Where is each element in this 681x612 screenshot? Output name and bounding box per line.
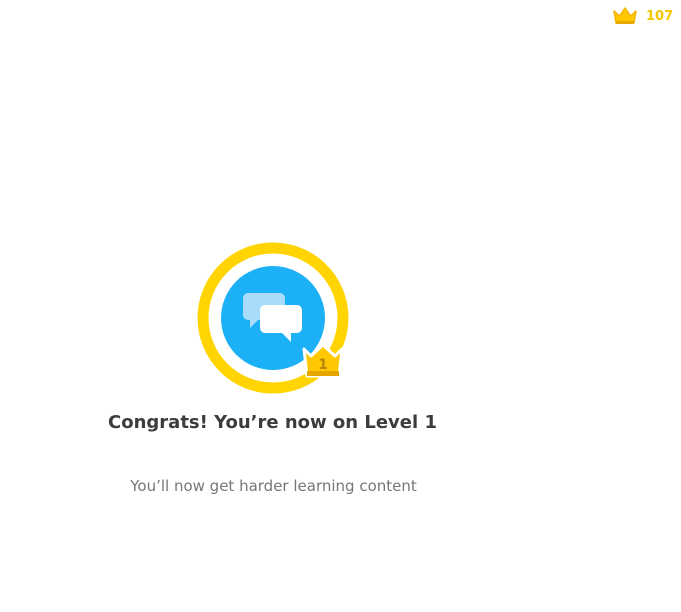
level-up-screen: 107 1 Congrats! You’re now on Level 1 Yo…	[0, 0, 681, 612]
level-number: 1	[318, 357, 328, 373]
crown-count: 107	[646, 8, 674, 24]
crown-icon	[613, 7, 637, 24]
congrats-title: Congrats! You’re now on Level 1	[108, 412, 437, 433]
level-badge: 1	[196, 241, 351, 396]
crown-counter[interactable]: 107	[612, 6, 673, 26]
congrats-subtitle: You’ll now get harder learning content	[130, 477, 417, 495]
